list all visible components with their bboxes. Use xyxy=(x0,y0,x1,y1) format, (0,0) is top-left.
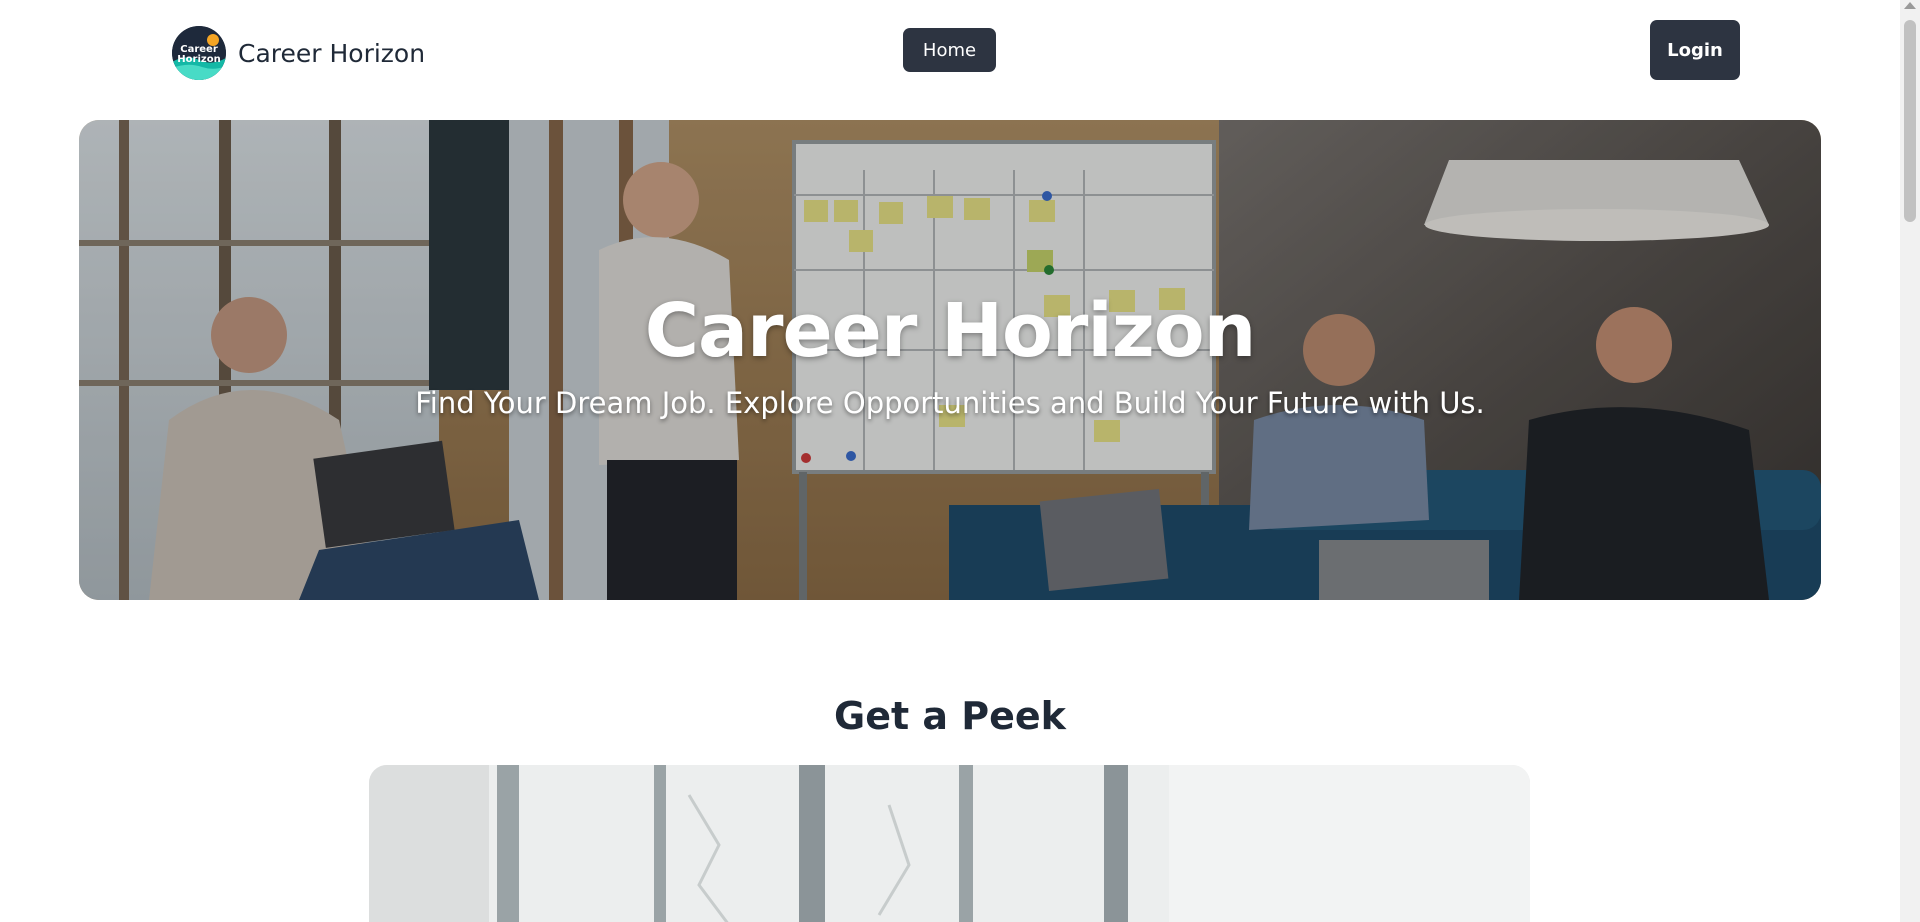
home-nav-button[interactable]: Home xyxy=(903,28,996,72)
login-button[interactable]: Login xyxy=(1650,20,1740,80)
hero-subtitle: Find Your Dream Job. Explore Opportuniti… xyxy=(415,386,1485,420)
hero-title: Career Horizon xyxy=(644,288,1257,374)
scrollbar-thumb[interactable] xyxy=(1904,20,1916,222)
navbar: Career Horizon Career Horizon Home Login xyxy=(0,0,1900,100)
peek-section-title: Get a Peek xyxy=(834,694,1066,738)
logo-icon: Career Horizon xyxy=(172,26,226,80)
page: Career Horizon Career Horizon Home Login xyxy=(0,0,1920,922)
peek-image-graphic xyxy=(369,765,1530,922)
logo-text: Career Horizon xyxy=(177,45,220,65)
logo-text-line2: Horizon xyxy=(177,54,221,65)
brand-name[interactable]: Career Horizon xyxy=(238,39,425,68)
scroll-up-arrow-icon[interactable] xyxy=(1904,2,1916,9)
peek-image xyxy=(369,765,1530,922)
brand[interactable]: Career Horizon Career Horizon xyxy=(172,26,425,80)
hero-banner: Career Horizon Find Your Dream Job. Expl… xyxy=(79,120,1821,600)
page-scrollbar[interactable] xyxy=(1900,0,1920,922)
